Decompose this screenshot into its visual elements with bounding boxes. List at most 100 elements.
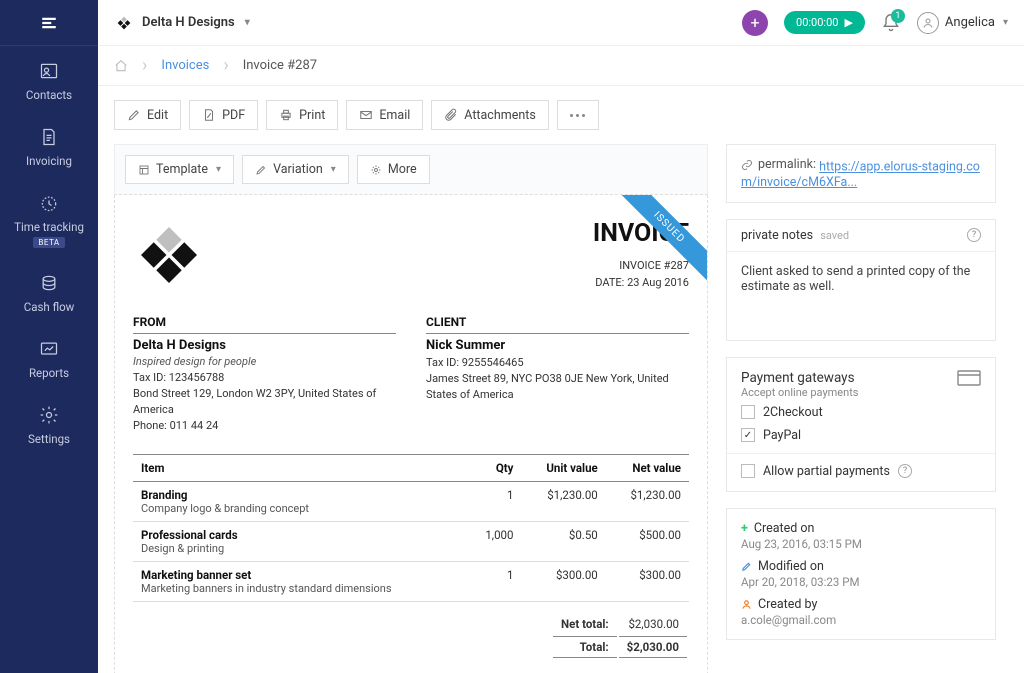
sidebar-item-settings[interactable]: Settings (0, 390, 98, 456)
sidebar-item-invoicing[interactable]: Invoicing (0, 112, 98, 178)
from-tax: Tax ID: 123456788 (133, 370, 396, 386)
item-unit: $1,230.00 (521, 481, 605, 521)
col-item: Item (133, 454, 466, 481)
pencil-icon (741, 561, 752, 572)
from-tagline: Inspired design for people (133, 355, 396, 368)
item-desc: Design & printing (141, 542, 458, 555)
payment-gateways-panel: Payment gateways Accept online payments … (726, 357, 996, 492)
client-label: CLIENT (426, 315, 689, 334)
chevron-down-icon: ▾ (245, 17, 250, 28)
template-label: Template (156, 162, 208, 177)
gateway-option-paypal[interactable]: ✓ PayPal (727, 424, 995, 447)
item-desc: Marketing banners in industry standard d… (141, 582, 458, 595)
modified-label: Modified on (758, 559, 824, 574)
company-name: Delta H Designs (142, 15, 235, 30)
gateways-subtitle: Accept online payments (741, 386, 858, 399)
action-toolbar: Edit PDF Print Email Attachments (98, 86, 1024, 144)
allow-partial-toggle[interactable]: Allow partial payments ? (727, 460, 995, 491)
breadcrumb-current: Invoice #287 (243, 58, 317, 73)
topbar: Delta H Designs ▾ + 00:00:00 ▶ 1 Angelic… (98, 0, 1024, 46)
pdf-icon (202, 108, 216, 122)
created-value: Aug 23, 2016, 03:15 PM (741, 537, 981, 551)
help-icon[interactable]: ? (967, 228, 981, 242)
sidebar-item-cashflow[interactable]: Cash flow (0, 258, 98, 324)
print-label: Print (299, 108, 325, 123)
nettotal-label: Net total: (553, 614, 617, 634)
user-menu[interactable]: Angelica ▾ (917, 12, 1008, 34)
checkbox-icon (741, 405, 755, 419)
sidebar-label: Settings (28, 432, 70, 446)
notifications-button[interactable]: 1 (881, 13, 901, 33)
attachments-button[interactable]: Attachments (431, 100, 549, 130)
item-desc: Company logo & branding concept (141, 502, 458, 515)
item-net: $1,230.00 (606, 481, 689, 521)
edit-label: Edit (147, 108, 168, 123)
breadcrumb: › Invoices › Invoice #287 (98, 46, 1024, 86)
sidebar-item-contacts[interactable]: Contacts (0, 46, 98, 112)
template-dropdown[interactable]: Template ▾ (125, 155, 234, 184)
gateway-option-2checkout[interactable]: 2Checkout (727, 401, 995, 424)
main-sidebar: Contacts Invoicing Time tracking BETA Ca… (0, 0, 98, 673)
from-phone: Phone: 011 44 24 (133, 418, 396, 434)
attachments-label: Attachments (464, 108, 536, 123)
pdf-label: PDF (222, 108, 245, 123)
permalink-label: permalink: (741, 157, 816, 172)
chevron-down-icon: ▾ (216, 164, 221, 175)
avatar-icon (917, 12, 939, 34)
pdf-button[interactable]: PDF (189, 100, 258, 130)
app-logo[interactable] (0, 0, 98, 46)
status-ribbon: ISSUED (607, 195, 707, 295)
play-icon: ▶ (844, 16, 852, 29)
sidebar-item-timetracking[interactable]: Time tracking BETA (0, 178, 98, 258)
item-qty: 1,000 (466, 521, 521, 561)
more-actions-button[interactable] (557, 100, 599, 130)
ribbon-label: ISSUED (612, 195, 707, 284)
client-name: Nick Summer (426, 338, 689, 353)
modified-value: Apr 20, 2018, 03:23 PM (741, 575, 981, 589)
dots-icon (570, 114, 573, 117)
breadcrumb-sep: › (223, 55, 228, 76)
invoice-document: ISSUED INVOICE INVOICE #287 DATE: 23 Aug… (114, 195, 708, 673)
home-icon[interactable] (114, 59, 128, 73)
permalink-panel: permalink: https://app.elorus-staging.co… (726, 144, 996, 203)
notes-textarea[interactable] (727, 252, 995, 336)
variation-dropdown[interactable]: Variation ▾ (242, 155, 349, 184)
item-qty: 1 (466, 481, 521, 521)
company-selector[interactable]: Delta H Designs ▾ (114, 13, 250, 33)
notification-count: 1 (891, 9, 905, 23)
createdby-value: a.cole@gmail.com (741, 613, 981, 627)
chevron-down-icon: ▾ (1003, 17, 1008, 28)
item-qty: 1 (466, 561, 521, 601)
checkbox-icon (741, 464, 755, 478)
breadcrumb-invoices-link[interactable]: Invoices (161, 58, 209, 73)
total-label: Total: (553, 636, 617, 658)
breadcrumb-sep: › (142, 55, 147, 76)
email-label: Email (379, 108, 410, 123)
client-section: CLIENT Nick Summer Tax ID: 9255546465 Ja… (426, 315, 689, 434)
card-icon (957, 370, 981, 386)
edit-button[interactable]: Edit (114, 100, 181, 130)
add-button[interactable]: + (742, 10, 768, 36)
total-value: $2,030.00 (619, 636, 687, 658)
timer-button[interactable]: 00:00:00 ▶ (784, 11, 865, 34)
doc-toolbar: Template ▾ Variation ▾ More (114, 144, 708, 195)
email-button[interactable]: Email (346, 100, 423, 130)
nettotal-value: $2,030.00 (619, 614, 687, 634)
gear-icon (370, 164, 382, 176)
help-icon[interactable]: ? (898, 464, 912, 478)
doc-more-dropdown[interactable]: More (357, 155, 430, 184)
clock-icon (39, 192, 59, 214)
sidebar-label: Reports (29, 366, 69, 380)
contacts-icon (38, 60, 60, 82)
table-row: BrandingCompany logo & branding concept … (133, 481, 689, 521)
gateway-label: PayPal (763, 428, 801, 443)
print-button[interactable]: Print (266, 100, 338, 130)
gateway-label: 2Checkout (763, 405, 823, 420)
print-icon (279, 108, 293, 122)
content-area: Edit PDF Print Email Attachments (98, 86, 1024, 673)
item-unit: $0.50 (521, 521, 605, 561)
sidebar-item-reports[interactable]: Reports (0, 324, 98, 390)
sidebar-label: Contacts (26, 88, 72, 102)
sidebar-label: Cash flow (24, 300, 75, 314)
cashflow-icon (38, 272, 60, 294)
